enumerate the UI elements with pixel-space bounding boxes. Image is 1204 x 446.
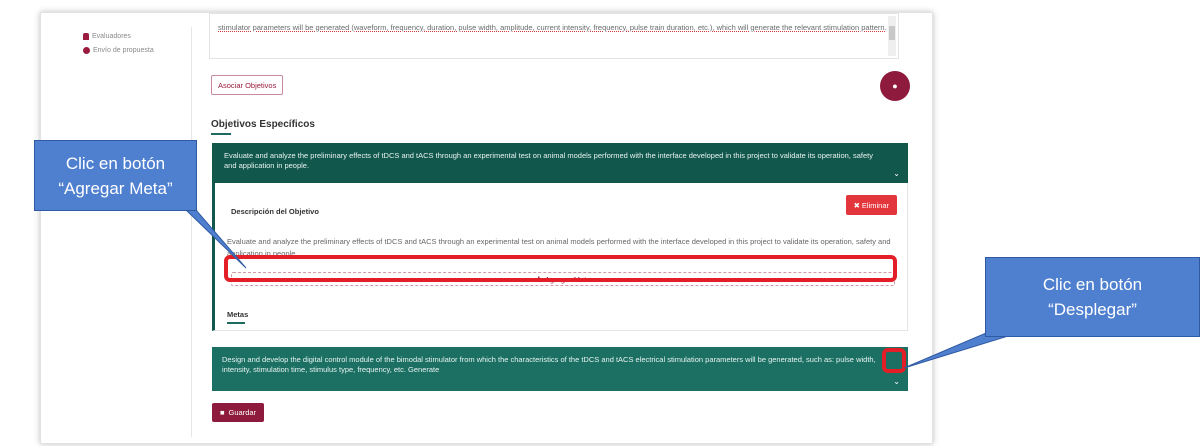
objective-textarea[interactable]: stimulator parameters will be generated … bbox=[209, 13, 899, 59]
objective-header-text: Design and develop the digital control m… bbox=[222, 355, 876, 374]
description-label: Descripción del Objetivo bbox=[231, 207, 319, 216]
expand-highlight bbox=[882, 348, 906, 373]
callout-line-2: “Desplegar” bbox=[1048, 300, 1137, 319]
save-label: Guardar bbox=[228, 408, 257, 417]
objective-header-1[interactable]: Evaluate and analyze the preliminary eff… bbox=[212, 143, 908, 183]
eye-icon: ● bbox=[892, 81, 898, 91]
textarea-scrollbar[interactable] bbox=[888, 16, 896, 56]
section-title: Objetivos Específicos bbox=[211, 119, 315, 130]
objective-header-2[interactable]: Design and develop the digital control m… bbox=[212, 347, 908, 391]
screenshot-frame: Evaluadores Envío de propuesta stimulato… bbox=[40, 12, 933, 444]
callout-line-2: “Agregar Meta” bbox=[58, 178, 173, 198]
add-meta-highlight bbox=[224, 255, 897, 282]
stage: Evaluadores Envío de propuesta stimulato… bbox=[0, 0, 1204, 446]
metas-label: Metas bbox=[227, 310, 249, 319]
check-circle-icon bbox=[83, 47, 90, 54]
sidebar-item-envio[interactable]: Envío de propuesta bbox=[83, 47, 203, 54]
sidebar-item-label: Envío de propuesta bbox=[93, 47, 154, 54]
callout-line-1: Clic en botón bbox=[1042, 275, 1143, 294]
sidebar-item-evaluadores[interactable]: Evaluadores bbox=[83, 33, 203, 40]
user-icon bbox=[83, 33, 89, 40]
metas-underline bbox=[227, 322, 245, 324]
callout-add-meta: Clic en botón “Agregar Meta” bbox=[34, 140, 197, 211]
sidebar-nav: Evaluadores Envío de propuesta bbox=[83, 33, 203, 61]
save-icon: ■ bbox=[220, 408, 225, 417]
sidebar-item-label: Evaluadores bbox=[92, 33, 131, 40]
callout-expand: Clic en botón “Desplegar” bbox=[985, 257, 1200, 337]
callout-line-1: Clic en botón bbox=[65, 153, 166, 173]
textarea-value: stimulator parameters will be generated … bbox=[218, 23, 887, 32]
preview-button[interactable]: ● bbox=[880, 71, 910, 101]
delete-button[interactable]: ✖ Eliminar bbox=[845, 195, 897, 215]
associate-objectives-button[interactable]: Asociar Objetivos bbox=[211, 75, 284, 95]
title-underline bbox=[211, 133, 231, 135]
close-icon: ✖ bbox=[853, 200, 860, 210]
expand-chevron-icon[interactable]: ⌄ bbox=[893, 377, 900, 387]
chevron-down-icon[interactable]: ⌄ bbox=[893, 169, 900, 179]
delete-label: Eliminar bbox=[861, 200, 889, 210]
sidebar-divider bbox=[191, 27, 192, 437]
save-button[interactable]: ■ Guardar bbox=[212, 403, 265, 422]
objective-header-text: Evaluate and analyze the preliminary eff… bbox=[224, 151, 873, 170]
